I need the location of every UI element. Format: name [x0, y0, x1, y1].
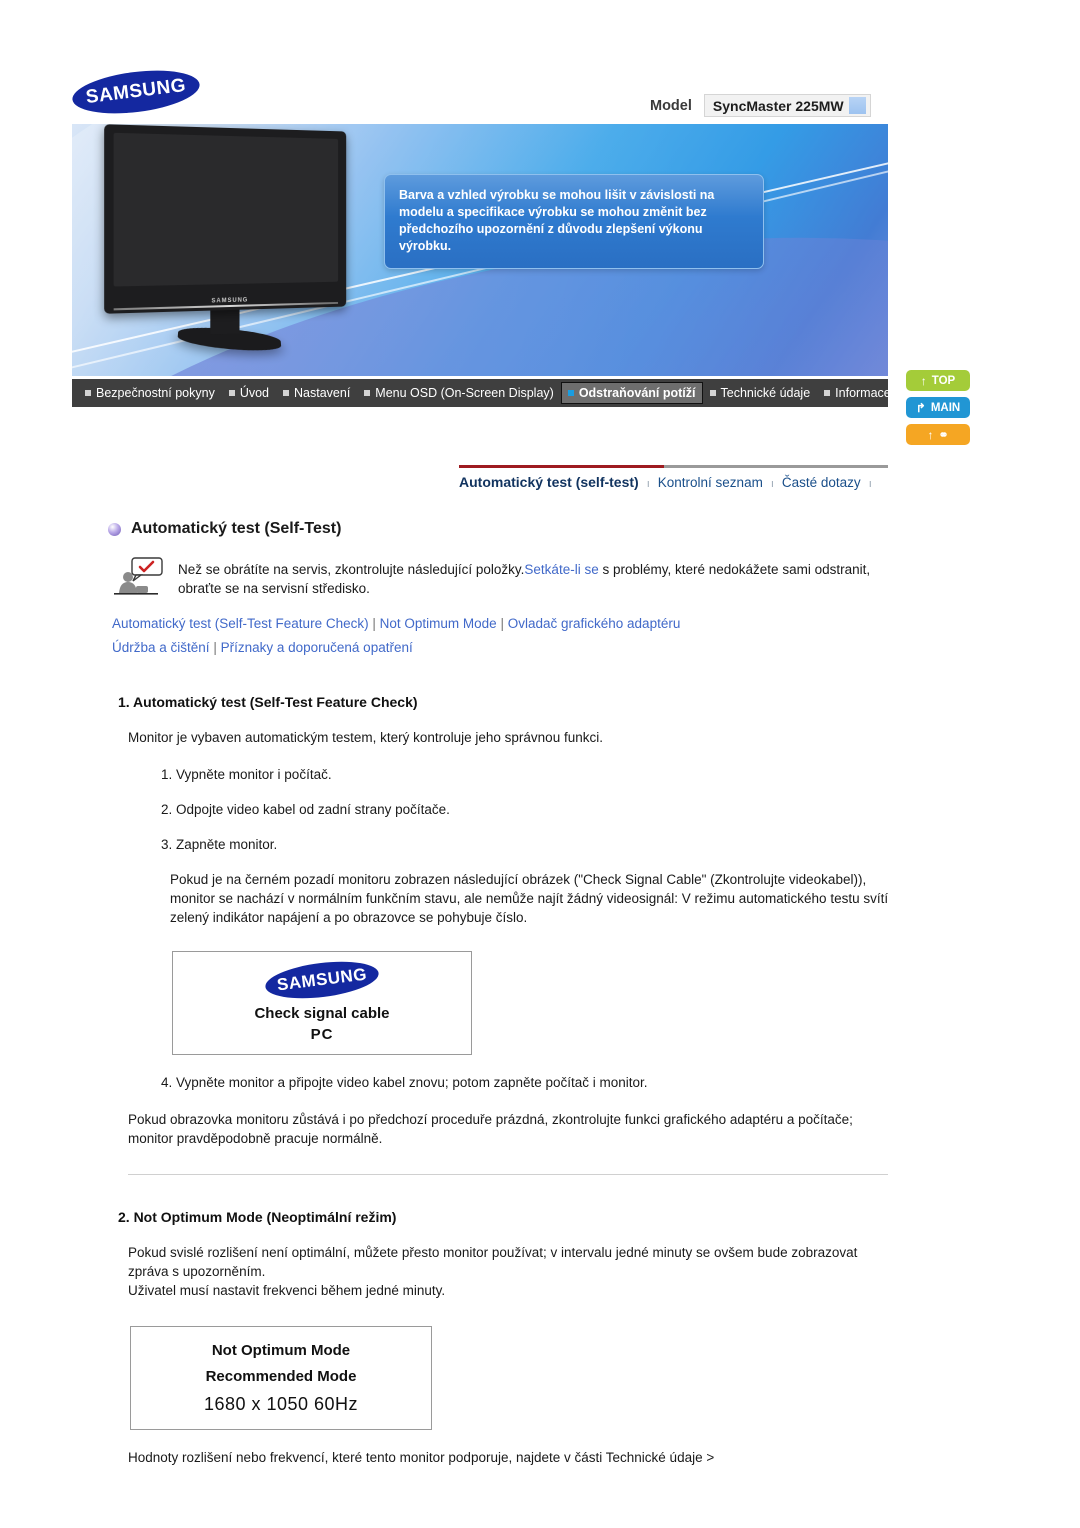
- intro-text-part1: Než se obrátíte na servis, zkontrolujte …: [178, 562, 525, 577]
- check-signal-cable-source: PC: [310, 1026, 334, 1043]
- subtab-faq[interactable]: Časté dotazy: [782, 475, 861, 490]
- section1-step4-list: Vypněte monitor a připojte video kabel z…: [0, 1073, 1080, 1092]
- section2-body-line1: Pokud svislé rozlišení není optimální, m…: [128, 1245, 858, 1279]
- bullet-square-icon: [85, 390, 91, 396]
- nav-item-intro[interactable]: Úvod: [222, 382, 276, 404]
- quick-link-self-test[interactable]: Automatický test (Self-Test Feature Chec…: [112, 616, 369, 631]
- samsung-logo: SAMSUNG: [70, 64, 202, 120]
- link-separator: |: [213, 640, 217, 655]
- list-item: Vypněte monitor i počítač.: [176, 765, 1080, 784]
- nav-item-label: Technické údaje: [720, 386, 811, 400]
- section1-intro: Monitor je vybaven automatickým testem, …: [128, 730, 603, 745]
- nav-item-information[interactable]: Informace: [817, 382, 898, 404]
- samsung-logo: SAMSUNG: [263, 956, 381, 1004]
- nav-item-setup[interactable]: Nastavení: [276, 382, 357, 404]
- nav-item-label: Menu OSD (On-Screen Display): [375, 386, 554, 400]
- product-notice-text: Barva a vzhled výrobku se mohou lišit v …: [399, 188, 715, 253]
- section2-heading: 2. Not Optimum Mode (Neoptimální režim): [118, 1209, 397, 1225]
- link-oval-icon: ⚭: [938, 427, 949, 442]
- list-item: Odpojte video kabel od zadní strany počí…: [176, 800, 1080, 819]
- go-back-button[interactable]: ↑ ⚭: [906, 424, 970, 445]
- model-color-swatch: [848, 97, 866, 114]
- nav-item-label: Bezpečnostní pokyny: [96, 386, 215, 400]
- section1-heading: 1. Automatický test (Self-Test Feature C…: [118, 694, 418, 710]
- intro-inline-link[interactable]: Setkáte-li se: [524, 562, 598, 577]
- section-title-row: Automatický test (Self-Test): [108, 520, 1080, 538]
- bullet-square-icon: [228, 390, 235, 396]
- quick-link-row-2[interactable]: Údržba a čištění | Příznaky a doporučená…: [112, 636, 1080, 660]
- subtab-checklist[interactable]: Kontrolní seznam: [658, 475, 763, 490]
- quick-link-graphics-driver[interactable]: Ovladač grafického adaptéru: [508, 616, 681, 631]
- sub-navigation-rule: [459, 465, 888, 468]
- check-signal-cable-box: SAMSUNG Check signal cable PC: [172, 951, 472, 1055]
- top-button-label: TOP: [931, 374, 956, 387]
- sub-navigation-tabs[interactable]: Automatický test (self-test) ı Kontrolní…: [459, 468, 888, 490]
- nav-item-label: Informace: [835, 386, 891, 400]
- link-separator: |: [372, 616, 376, 631]
- subtab-self-test[interactable]: Automatický test (self-test): [459, 474, 639, 490]
- section-divider: [128, 1174, 888, 1175]
- side-button-group[interactable]: ↑ TOP ↱ MAIN ↑ ⚭: [906, 370, 970, 445]
- page-header: SAMSUNG Model SyncMaster 225MW: [0, 0, 1080, 120]
- nav-item-osd-menu[interactable]: Menu OSD (On-Screen Display): [357, 382, 561, 404]
- bullet-square-icon: [824, 390, 831, 396]
- person-checkmark-icon: [112, 556, 164, 600]
- arrow-up-icon: ↑: [920, 373, 927, 388]
- section1-closing: Pokud obrazovka monitoru zůstává i po př…: [128, 1112, 853, 1146]
- page-title: Automatický test (Self-Test): [131, 520, 342, 537]
- hero-banner: SAMSUNG Barva a vzhled výrobku se mohou …: [72, 124, 888, 376]
- logo-wordmark: SAMSUNG: [84, 74, 188, 109]
- list-item: Zapněte monitor.: [176, 835, 1080, 854]
- model-value: SyncMaster 225MW: [712, 97, 844, 114]
- nav-item-label: Odstraňování potíží: [578, 386, 696, 400]
- check-signal-cable-text: Check signal cable: [254, 1005, 390, 1022]
- go-to-main-button[interactable]: ↱ MAIN: [906, 397, 970, 418]
- arrow-up-icon: ↑: [927, 427, 934, 442]
- subtab-separator: ı: [868, 478, 872, 490]
- section2-closing: Hodnoty rozlišení nebo frekvencí, které …: [128, 1450, 715, 1465]
- quick-link-symptoms[interactable]: Příznaky a doporučená opatření: [221, 640, 413, 655]
- model-row: Model SyncMaster 225MW: [650, 94, 871, 117]
- nav-item-specifications[interactable]: Technické údaje: [703, 382, 818, 404]
- not-optimum-mode-box: Not Optimum Mode Recommended Mode 1680 x…: [130, 1326, 432, 1430]
- intro-row: Než se obrátíte na servis, zkontrolujte …: [112, 556, 902, 600]
- subtab-separator: ı: [646, 478, 650, 490]
- section1-note: Pokud je na černém pozadí monitoru zobra…: [170, 872, 889, 925]
- bullet-square-icon: [283, 390, 290, 396]
- recommended-mode-label: Recommended Mode: [205, 1367, 357, 1385]
- monitor-bezel: SAMSUNG: [104, 124, 347, 314]
- arrow-branch-icon: ↱: [915, 400, 926, 415]
- link-separator: |: [500, 616, 504, 631]
- monitor-illustration: SAMSUNG: [104, 124, 378, 368]
- bullet-square-icon: [567, 390, 574, 396]
- quick-link-not-optimum-mode[interactable]: Not Optimum Mode: [380, 616, 497, 631]
- main-button-label: MAIN: [930, 401, 961, 414]
- product-notice-box: Barva a vzhled výrobku se mohou lišit v …: [384, 174, 764, 269]
- quick-link-row-1[interactable]: Automatický test (Self-Test Feature Chec…: [112, 612, 1080, 636]
- nav-item-label: Nastavení: [294, 386, 351, 400]
- main-content: Automatický test (Self-Test) Než se obrá…: [0, 520, 1080, 1467]
- orb-bullet-icon: [108, 522, 121, 536]
- nav-item-label: Úvod: [239, 386, 270, 400]
- model-label: Model: [650, 97, 692, 114]
- section2-body-line2: Uživatel musí nastavit frekvenci během j…: [128, 1283, 446, 1298]
- recommended-resolution-value: 1680 x 1050 60Hz: [203, 1393, 359, 1414]
- intro-paragraph: Než se obrátíte na servis, zkontrolujte …: [178, 556, 902, 598]
- section1-steps-list: Vypněte monitor i počítač. Odpojte video…: [0, 765, 1080, 854]
- main-navigation[interactable]: Bezpečnostní pokyny Úvod Nastavení Menu …: [72, 379, 891, 407]
- nav-item-safety[interactable]: Bezpečnostní pokyny: [78, 382, 222, 404]
- bullet-square-icon: [364, 390, 371, 396]
- scroll-to-top-button[interactable]: ↑ TOP: [906, 370, 970, 391]
- nav-item-troubleshooting[interactable]: Odstraňování potíží: [560, 382, 703, 404]
- logo-wordmark: SAMSUNG: [275, 964, 368, 995]
- subtab-separator: ı: [770, 478, 774, 490]
- not-optimum-mode-title: Not Optimum Mode: [211, 1341, 351, 1359]
- model-field: SyncMaster 225MW: [703, 94, 871, 117]
- section2-body: Pokud svislé rozlišení není optimální, m…: [128, 1243, 888, 1300]
- sub-navigation[interactable]: Automatický test (self-test) ı Kontrolní…: [459, 465, 888, 490]
- monitor-screen: [113, 132, 339, 287]
- list-item: Vypněte monitor a připojte video kabel z…: [176, 1073, 1080, 1092]
- bullet-square-icon: [709, 390, 716, 396]
- quick-link-maintenance[interactable]: Údržba a čištění: [112, 640, 210, 655]
